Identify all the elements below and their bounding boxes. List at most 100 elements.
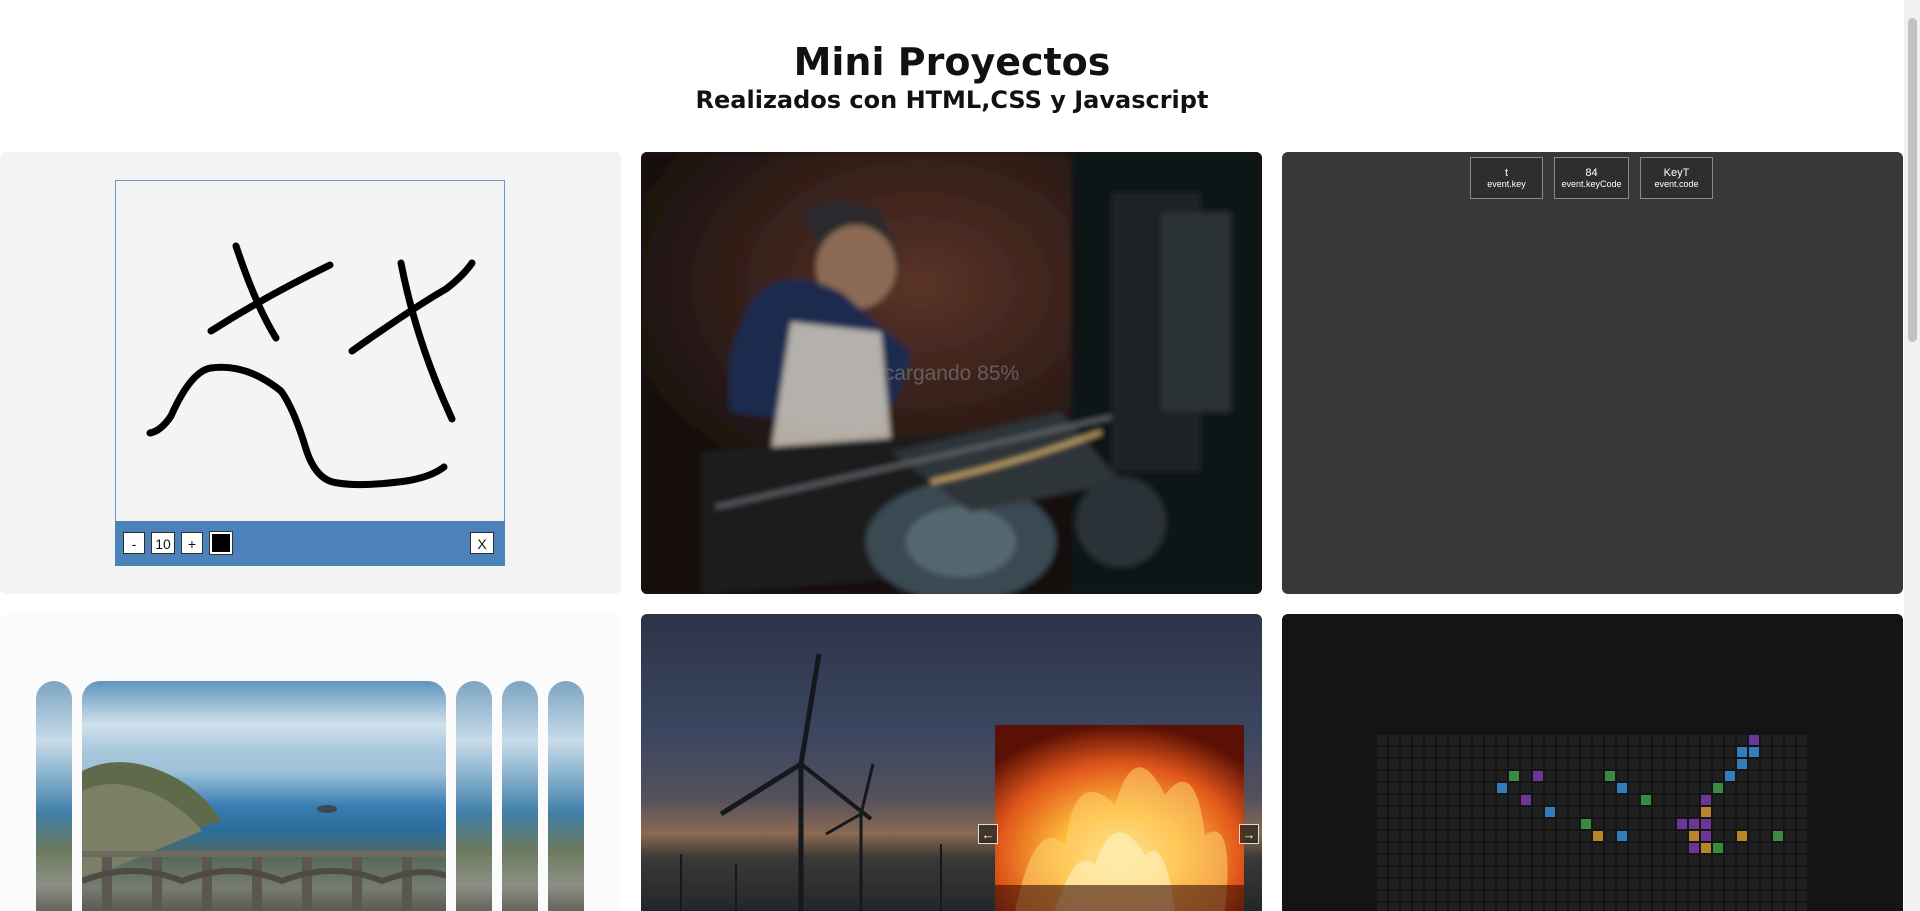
- grid-square[interactable]: [1689, 843, 1699, 853]
- grid-square[interactable]: [1701, 819, 1711, 829]
- grid-square[interactable]: [1641, 843, 1651, 853]
- grid-square[interactable]: [1557, 843, 1567, 853]
- grid-square[interactable]: [1377, 807, 1387, 817]
- grid-square[interactable]: [1485, 819, 1495, 829]
- grid-square[interactable]: [1473, 867, 1483, 877]
- grid-square[interactable]: [1605, 759, 1615, 769]
- grid-square[interactable]: [1581, 759, 1591, 769]
- grid-square[interactable]: [1749, 759, 1759, 769]
- grid-square[interactable]: [1389, 807, 1399, 817]
- grid-square[interactable]: [1797, 855, 1807, 865]
- grid-square[interactable]: [1773, 759, 1783, 769]
- grid-square[interactable]: [1401, 783, 1411, 793]
- grid-square[interactable]: [1437, 891, 1447, 901]
- grid-square[interactable]: [1725, 855, 1735, 865]
- grid-square[interactable]: [1749, 903, 1759, 911]
- grid-square[interactable]: [1473, 771, 1483, 781]
- grid-square[interactable]: [1509, 819, 1519, 829]
- grid-square[interactable]: [1545, 891, 1555, 901]
- grid-square[interactable]: [1377, 735, 1387, 745]
- grid-square[interactable]: [1581, 867, 1591, 877]
- grid-square[interactable]: [1653, 759, 1663, 769]
- grid-square[interactable]: [1713, 735, 1723, 745]
- grid-square[interactable]: [1629, 891, 1639, 901]
- grid-square[interactable]: [1509, 807, 1519, 817]
- grid-square[interactable]: [1389, 759, 1399, 769]
- grid-square[interactable]: [1461, 747, 1471, 757]
- grid-square[interactable]: [1641, 831, 1651, 841]
- grid-square[interactable]: [1737, 759, 1747, 769]
- grid-square[interactable]: [1629, 843, 1639, 853]
- grid-square[interactable]: [1521, 735, 1531, 745]
- grid-square[interactable]: [1449, 795, 1459, 805]
- grid-square[interactable]: [1617, 771, 1627, 781]
- grid-square[interactable]: [1545, 843, 1555, 853]
- grid-square[interactable]: [1677, 747, 1687, 757]
- grid-square[interactable]: [1413, 759, 1423, 769]
- grid-square[interactable]: [1413, 795, 1423, 805]
- grid-square[interactable]: [1473, 903, 1483, 911]
- grid-square[interactable]: [1485, 855, 1495, 865]
- grid-square[interactable]: [1617, 783, 1627, 793]
- grid-square[interactable]: [1557, 903, 1567, 911]
- grid-square[interactable]: [1761, 735, 1771, 745]
- grid-square[interactable]: [1713, 867, 1723, 877]
- grid-square[interactable]: [1701, 855, 1711, 865]
- grid-square[interactable]: [1629, 747, 1639, 757]
- grid-square[interactable]: [1677, 867, 1687, 877]
- grid-square[interactable]: [1785, 879, 1795, 889]
- grid-square[interactable]: [1569, 747, 1579, 757]
- grid-square[interactable]: [1377, 867, 1387, 877]
- grid-square[interactable]: [1389, 747, 1399, 757]
- grid-square[interactable]: [1617, 867, 1627, 877]
- grid-square[interactable]: [1557, 879, 1567, 889]
- grid-square[interactable]: [1797, 807, 1807, 817]
- grid-square[interactable]: [1425, 807, 1435, 817]
- grid-square[interactable]: [1497, 855, 1507, 865]
- grid-square[interactable]: [1605, 879, 1615, 889]
- grid-square[interactable]: [1377, 759, 1387, 769]
- grid-square[interactable]: [1605, 747, 1615, 757]
- grid-square[interactable]: [1629, 819, 1639, 829]
- grid-square[interactable]: [1401, 759, 1411, 769]
- grid-square[interactable]: [1797, 903, 1807, 911]
- grid-square[interactable]: [1761, 795, 1771, 805]
- grid-square[interactable]: [1689, 795, 1699, 805]
- grid-square[interactable]: [1725, 843, 1735, 853]
- grid-square[interactable]: [1797, 879, 1807, 889]
- grid-square[interactable]: [1629, 771, 1639, 781]
- grid-square[interactable]: [1701, 843, 1711, 853]
- grid-square[interactable]: [1749, 771, 1759, 781]
- grid-square[interactable]: [1737, 807, 1747, 817]
- grid-square[interactable]: [1377, 891, 1387, 901]
- grid-square[interactable]: [1629, 759, 1639, 769]
- grid-square[interactable]: [1713, 747, 1723, 757]
- grid-square[interactable]: [1545, 783, 1555, 793]
- grid-square[interactable]: [1485, 735, 1495, 745]
- grid-square[interactable]: [1773, 771, 1783, 781]
- grid-square[interactable]: [1689, 831, 1699, 841]
- grid-square[interactable]: [1689, 747, 1699, 757]
- grid-square[interactable]: [1749, 795, 1759, 805]
- grid-square[interactable]: [1677, 879, 1687, 889]
- grid-square[interactable]: [1533, 783, 1543, 793]
- grid-square[interactable]: [1557, 831, 1567, 841]
- grid-square[interactable]: [1377, 843, 1387, 853]
- grid-square[interactable]: [1581, 891, 1591, 901]
- grid-square[interactable]: [1617, 831, 1627, 841]
- grid-square[interactable]: [1701, 771, 1711, 781]
- grid-square[interactable]: [1545, 771, 1555, 781]
- grid-square[interactable]: [1761, 831, 1771, 841]
- grid-square[interactable]: [1569, 879, 1579, 889]
- grid-square[interactable]: [1797, 759, 1807, 769]
- grid-square[interactable]: [1509, 759, 1519, 769]
- grid-square[interactable]: [1449, 831, 1459, 841]
- grid-square[interactable]: [1533, 831, 1543, 841]
- grid-square[interactable]: [1605, 903, 1615, 911]
- grid-square[interactable]: [1413, 771, 1423, 781]
- grid-square[interactable]: [1701, 747, 1711, 757]
- grid-square[interactable]: [1773, 831, 1783, 841]
- grid-square[interactable]: [1401, 747, 1411, 757]
- grid-square[interactable]: [1545, 879, 1555, 889]
- grid-square[interactable]: [1797, 771, 1807, 781]
